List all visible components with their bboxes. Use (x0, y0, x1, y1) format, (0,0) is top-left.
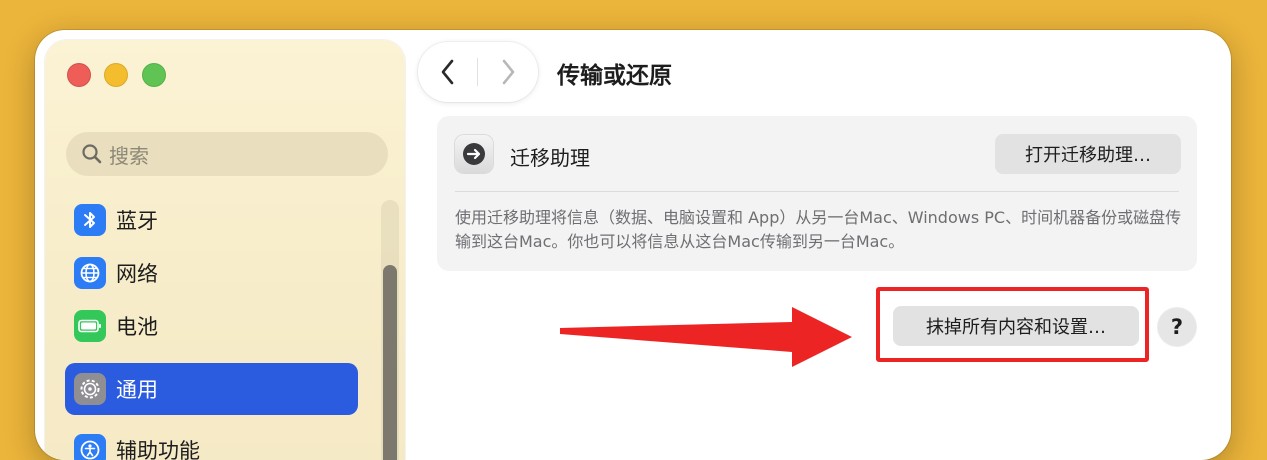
sidebar-item-network[interactable]: 网络 (65, 248, 358, 298)
chevron-right-icon (502, 59, 515, 85)
gear-icon (74, 373, 106, 405)
erase-all-content-button[interactable]: 抹掉所有内容和设置… (893, 306, 1139, 346)
globe-icon (74, 257, 106, 289)
sidebar-item-label: 网络 (116, 262, 158, 286)
navigation-buttons (418, 42, 538, 102)
sidebar-item-label: 通用 (116, 378, 158, 402)
sidebar: 搜索 蓝牙 网络 电池 通用 辅助功能 (45, 40, 405, 460)
minimize-window-button[interactable] (104, 63, 128, 87)
migration-card: 迁移助理 打开迁移助理… 使用迁移助理将信息（数据、电脑设置和 App）从另一台… (437, 116, 1197, 271)
migration-title: 迁移助理 (510, 146, 590, 170)
divider (455, 191, 1179, 192)
page-title: 传输或还原 (557, 63, 672, 89)
settings-window: 搜索 蓝牙 网络 电池 通用 辅助功能 传输或还原 迁移助理 打开迁移助理… 使… (35, 30, 1231, 460)
close-window-button[interactable] (67, 63, 91, 87)
sidebar-item-label: 蓝牙 (116, 209, 158, 233)
sidebar-item-general[interactable]: 通用 (65, 363, 358, 415)
back-button[interactable] (418, 42, 478, 102)
chevron-left-icon (441, 59, 454, 85)
search-field[interactable]: 搜索 (66, 132, 388, 176)
migration-description: 使用迁移助理将信息（数据、电脑设置和 App）从另一台Mac、Windows P… (455, 208, 1182, 251)
sidebar-item-bluetooth[interactable]: 蓝牙 (65, 195, 358, 245)
help-button[interactable]: ? (1158, 308, 1196, 346)
forward-button[interactable] (478, 42, 538, 102)
search-icon (79, 141, 105, 167)
sidebar-item-label: 电池 (116, 315, 158, 339)
sidebar-item-accessibility[interactable]: 辅助功能 (65, 425, 358, 460)
sidebar-scrollbar-thumb[interactable] (383, 265, 397, 460)
zoom-window-button[interactable] (142, 63, 166, 87)
migration-assistant-icon (455, 135, 493, 173)
bluetooth-icon (74, 204, 106, 236)
sidebar-item-battery[interactable]: 电池 (65, 301, 358, 351)
battery-icon (74, 310, 106, 342)
red-arrow-annotation (560, 307, 852, 367)
open-migration-assistant-button[interactable]: 打开迁移助理… (995, 134, 1181, 174)
sidebar-item-label: 辅助功能 (116, 439, 200, 460)
accessibility-icon (74, 434, 106, 460)
search-placeholder: 搜索 (109, 143, 149, 168)
